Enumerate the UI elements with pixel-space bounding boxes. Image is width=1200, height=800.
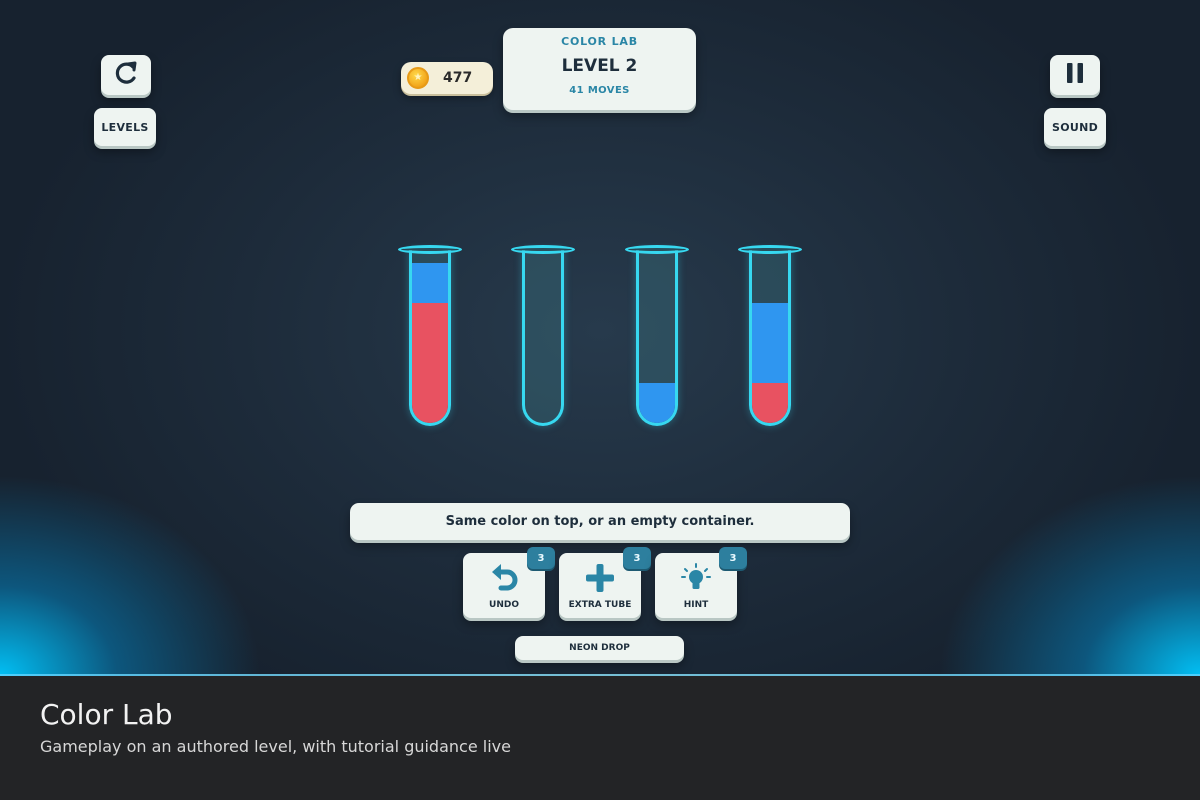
caption-title: Color Lab bbox=[40, 698, 173, 731]
extra-tube-button[interactable]: EXTRA TUBE 3 bbox=[559, 547, 651, 618]
liquid-layer-red bbox=[412, 342, 448, 383]
liquid-layer-blue bbox=[752, 302, 788, 343]
liquid-layer-blue bbox=[412, 262, 448, 303]
tutorial-hint: Same color on top, or an empty container… bbox=[350, 503, 850, 540]
tube-rim bbox=[738, 245, 802, 254]
theme-button[interactable]: NEON DROP bbox=[515, 636, 684, 660]
screen-divider bbox=[0, 674, 1200, 676]
tube-3[interactable] bbox=[625, 245, 689, 426]
plus-icon bbox=[583, 562, 617, 594]
tube-2[interactable] bbox=[511, 245, 575, 426]
liquid-layer-red bbox=[412, 302, 448, 343]
liquid-layer-blue bbox=[752, 342, 788, 383]
tube-glass bbox=[522, 250, 564, 426]
tube-glass bbox=[636, 250, 678, 426]
undo-label: UNDO bbox=[489, 600, 519, 610]
tube-4[interactable] bbox=[738, 245, 802, 426]
tube-rim bbox=[398, 245, 462, 254]
undo-arrow-icon bbox=[487, 562, 521, 594]
lightbulb-icon bbox=[679, 562, 713, 594]
tube-1[interactable] bbox=[398, 245, 462, 426]
tube-glass bbox=[749, 250, 791, 426]
hint-button[interactable]: HINT 3 bbox=[655, 547, 747, 618]
hint-label: HINT bbox=[683, 600, 709, 610]
caption-bar: Color Lab Gameplay on an authored level,… bbox=[0, 677, 1200, 800]
undo-count-badge: 3 bbox=[527, 547, 555, 569]
undo-button[interactable]: UNDO 3 bbox=[463, 547, 555, 618]
liquid-layer-blue bbox=[639, 382, 675, 423]
extra-tube-label: EXTRA TUBE bbox=[568, 600, 632, 610]
tube-rim bbox=[511, 245, 575, 254]
liquid-layer-red bbox=[412, 382, 448, 423]
game-screen: LEVELS SOUND ★ 477 COLOR LAB LEVEL 2 41 … bbox=[0, 0, 1200, 676]
extra-tube-count-badge: 3 bbox=[623, 547, 651, 569]
hint-count-badge: 3 bbox=[719, 547, 747, 569]
caption-subtitle: Gameplay on an authored level, with tuto… bbox=[40, 737, 511, 756]
liquid-layer-red bbox=[752, 382, 788, 423]
tube-glass bbox=[409, 250, 451, 426]
tube-rim bbox=[625, 245, 689, 254]
